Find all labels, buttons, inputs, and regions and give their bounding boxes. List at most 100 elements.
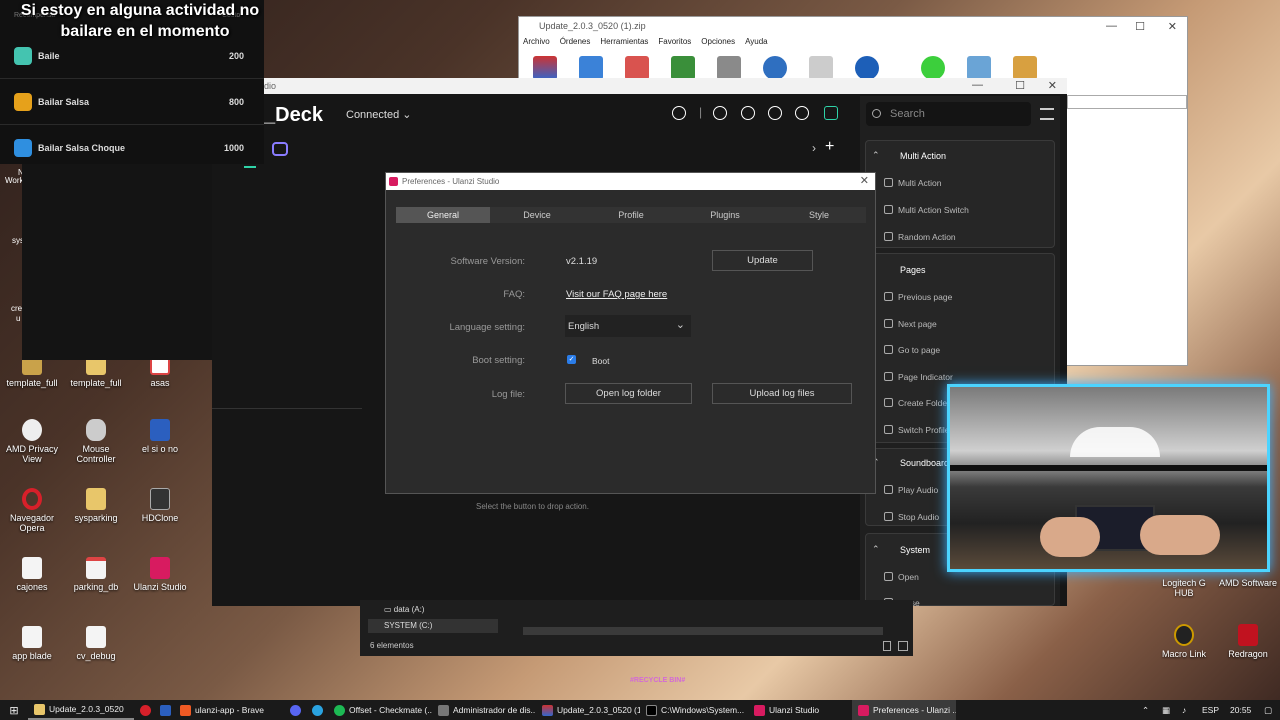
desktop-icon-ulanzi-studio[interactable]: Ulanzi Studio	[128, 557, 192, 592]
desktop-icon-app-blade[interactable]: app blade	[0, 626, 64, 661]
desktop-icon-opera[interactable]: Navegador Opera	[0, 488, 64, 533]
menu-herramientas[interactable]: Herramientas	[600, 37, 648, 51]
upload-log-files-button[interactable]: Upload log files	[712, 383, 852, 404]
horizontal-scrollbar[interactable]	[523, 627, 883, 635]
action-stop-audio[interactable]: Stop Audio	[898, 512, 939, 522]
menu-favoritos[interactable]: Favoritos	[658, 37, 691, 51]
collapse-icon[interactable]: ⌃	[872, 544, 880, 555]
task-update-zip[interactable]: Update_2.0.3_0520 (1...	[536, 700, 640, 720]
task-discord[interactable]	[284, 700, 306, 720]
notification-icon[interactable]: ▢	[1258, 700, 1280, 720]
task-spotify[interactable]: Offset - Checkmate (...	[328, 700, 432, 720]
find-icon[interactable]	[763, 56, 787, 80]
action-multi-action[interactable]: Multi Action	[898, 178, 941, 188]
menu-opciones[interactable]: Opciones	[701, 37, 735, 51]
refresh-icon[interactable]	[672, 106, 686, 120]
list-view-icon[interactable]	[1040, 108, 1054, 120]
maximize-icon[interactable]: ☐	[1015, 79, 1025, 92]
task-preferences[interactable]: Preferences - Ulanzi ...	[852, 700, 956, 720]
add-page-icon[interactable]: +	[825, 138, 834, 156]
tab-profile[interactable]: Profile	[584, 207, 678, 223]
open-log-folder-button[interactable]: Open log folder	[565, 383, 692, 404]
gear-icon[interactable]	[768, 106, 782, 120]
tab-device[interactable]: Device	[490, 207, 584, 223]
group-header[interactable]: Soundboard	[900, 458, 949, 468]
desktop-icon-hdclone[interactable]: HDClone	[128, 488, 192, 523]
action-next-page[interactable]: Next page	[898, 319, 937, 329]
action-create-folder[interactable]: Create Folder	[898, 398, 950, 408]
wizard-icon[interactable]	[809, 56, 833, 80]
action-multi-action-switch[interactable]: Multi Action Switch	[898, 205, 969, 215]
task-disk-manager[interactable]: Administrador de dis...	[432, 700, 536, 720]
maximize-icon[interactable]: ☐	[1135, 20, 1145, 33]
menu-ayuda[interactable]: Ayuda	[745, 37, 768, 51]
help-icon[interactable]	[741, 106, 755, 120]
profile-robot-icon[interactable]	[272, 142, 288, 156]
update-button[interactable]: Update	[712, 250, 813, 271]
desktop-icon-redragon[interactable]: Redragon	[1216, 624, 1280, 659]
action-page-indicator[interactable]: Page Indicator	[898, 372, 953, 382]
group-header[interactable]: System	[900, 545, 930, 555]
task-brave[interactable]: ulanzi-app - Brave	[174, 700, 284, 720]
comment-icon[interactable]	[967, 56, 991, 80]
extract-icon[interactable]	[579, 56, 603, 80]
tab-general[interactable]: General	[396, 207, 490, 223]
sfx-icon[interactable]	[1013, 56, 1037, 80]
drive-data[interactable]: ▭ data (A:)	[384, 605, 424, 614]
close-icon[interactable]: ✕	[860, 174, 869, 187]
desktop-icon-sysparking[interactable]: sysparking	[64, 488, 128, 523]
desktop-icon-cajones[interactable]: cajones	[0, 557, 64, 592]
collapse-icon[interactable]: ⌃	[872, 150, 880, 161]
task-ulanzi-studio[interactable]: Ulanzi Studio	[748, 700, 852, 720]
action-open[interactable]: Open	[898, 572, 919, 582]
boot-checkbox[interactable]: ✓	[567, 355, 576, 364]
task-word[interactable]	[154, 700, 174, 720]
faq-link[interactable]: Visit our FAQ page here	[566, 289, 667, 300]
close-icon[interactable]: ✕	[1048, 79, 1057, 92]
action-go-to-page[interactable]: Go to page	[898, 345, 940, 355]
tab-style[interactable]: Style	[772, 207, 866, 223]
tray-chevron-icon[interactable]: ⌃	[1136, 700, 1156, 720]
close-icon[interactable]: ✕	[1168, 20, 1177, 33]
preferences-dialog[interactable]: Preferences - Ulanzi Studio ✕ General De…	[385, 172, 876, 494]
action-previous-page[interactable]: Previous page	[898, 292, 952, 302]
language-indicator[interactable]: ESP	[1196, 700, 1224, 720]
desktop-icon-amd-privacy[interactable]: AMD Privacy View	[0, 419, 64, 464]
desktop-icon-amd-software[interactable]: AMD Software	[1216, 578, 1280, 588]
add-icon[interactable]	[533, 56, 557, 80]
details-view-icon[interactable]	[883, 641, 891, 651]
tiles-view-icon[interactable]	[898, 641, 908, 651]
menu-ordenes[interactable]: Órdenes	[560, 37, 591, 51]
task-cmd[interactable]: C:\Windows\System...	[640, 700, 748, 720]
account-icon[interactable]	[795, 106, 809, 120]
language-select[interactable]: English ⌄	[565, 315, 691, 337]
minimize-icon[interactable]: —	[972, 79, 983, 91]
action-play-audio[interactable]: Play Audio	[898, 485, 938, 495]
virus-scan-icon[interactable]	[921, 56, 945, 80]
start-button[interactable]: ⊞	[0, 700, 28, 720]
clock[interactable]: 20:55	[1224, 700, 1258, 720]
group-header[interactable]: Pages	[900, 265, 926, 275]
device-icon[interactable]	[824, 106, 838, 120]
desktop-icon-el-si-o-no[interactable]: el si o no	[128, 419, 192, 454]
drive-system-selected[interactable]: SYSTEM (C:)	[368, 619, 498, 633]
desktop-icon-parking-db[interactable]: parking_db	[64, 557, 128, 592]
chevron-right-icon[interactable]: ›	[812, 141, 816, 155]
task-opera[interactable]	[134, 700, 154, 720]
connection-dropdown[interactable]: Connected ⌄	[346, 108, 412, 121]
group-header[interactable]: Multi Action	[900, 151, 946, 161]
store-icon[interactable]	[713, 106, 727, 120]
action-switch-profile[interactable]: Switch Profile	[898, 425, 950, 435]
task-telegram[interactable]	[306, 700, 328, 720]
task-update-zip-folder[interactable]: Update_2.0.3_0520	[28, 700, 134, 720]
delete-icon[interactable]	[717, 56, 741, 80]
minimize-icon[interactable]: —	[1106, 20, 1117, 32]
network-icon[interactable]: ▦	[1156, 700, 1176, 720]
volume-icon[interactable]: ♪	[1176, 700, 1196, 720]
view-icon[interactable]	[671, 56, 695, 80]
test-icon[interactable]	[625, 56, 649, 80]
recycle-bin[interactable]: #RECYCLE BIN#	[630, 677, 710, 684]
tab-plugins[interactable]: Plugins	[678, 207, 772, 223]
action-random-action[interactable]: Random Action	[898, 232, 956, 242]
desktop-icon-ghub[interactable]: Logitech G HUB	[1152, 578, 1216, 598]
